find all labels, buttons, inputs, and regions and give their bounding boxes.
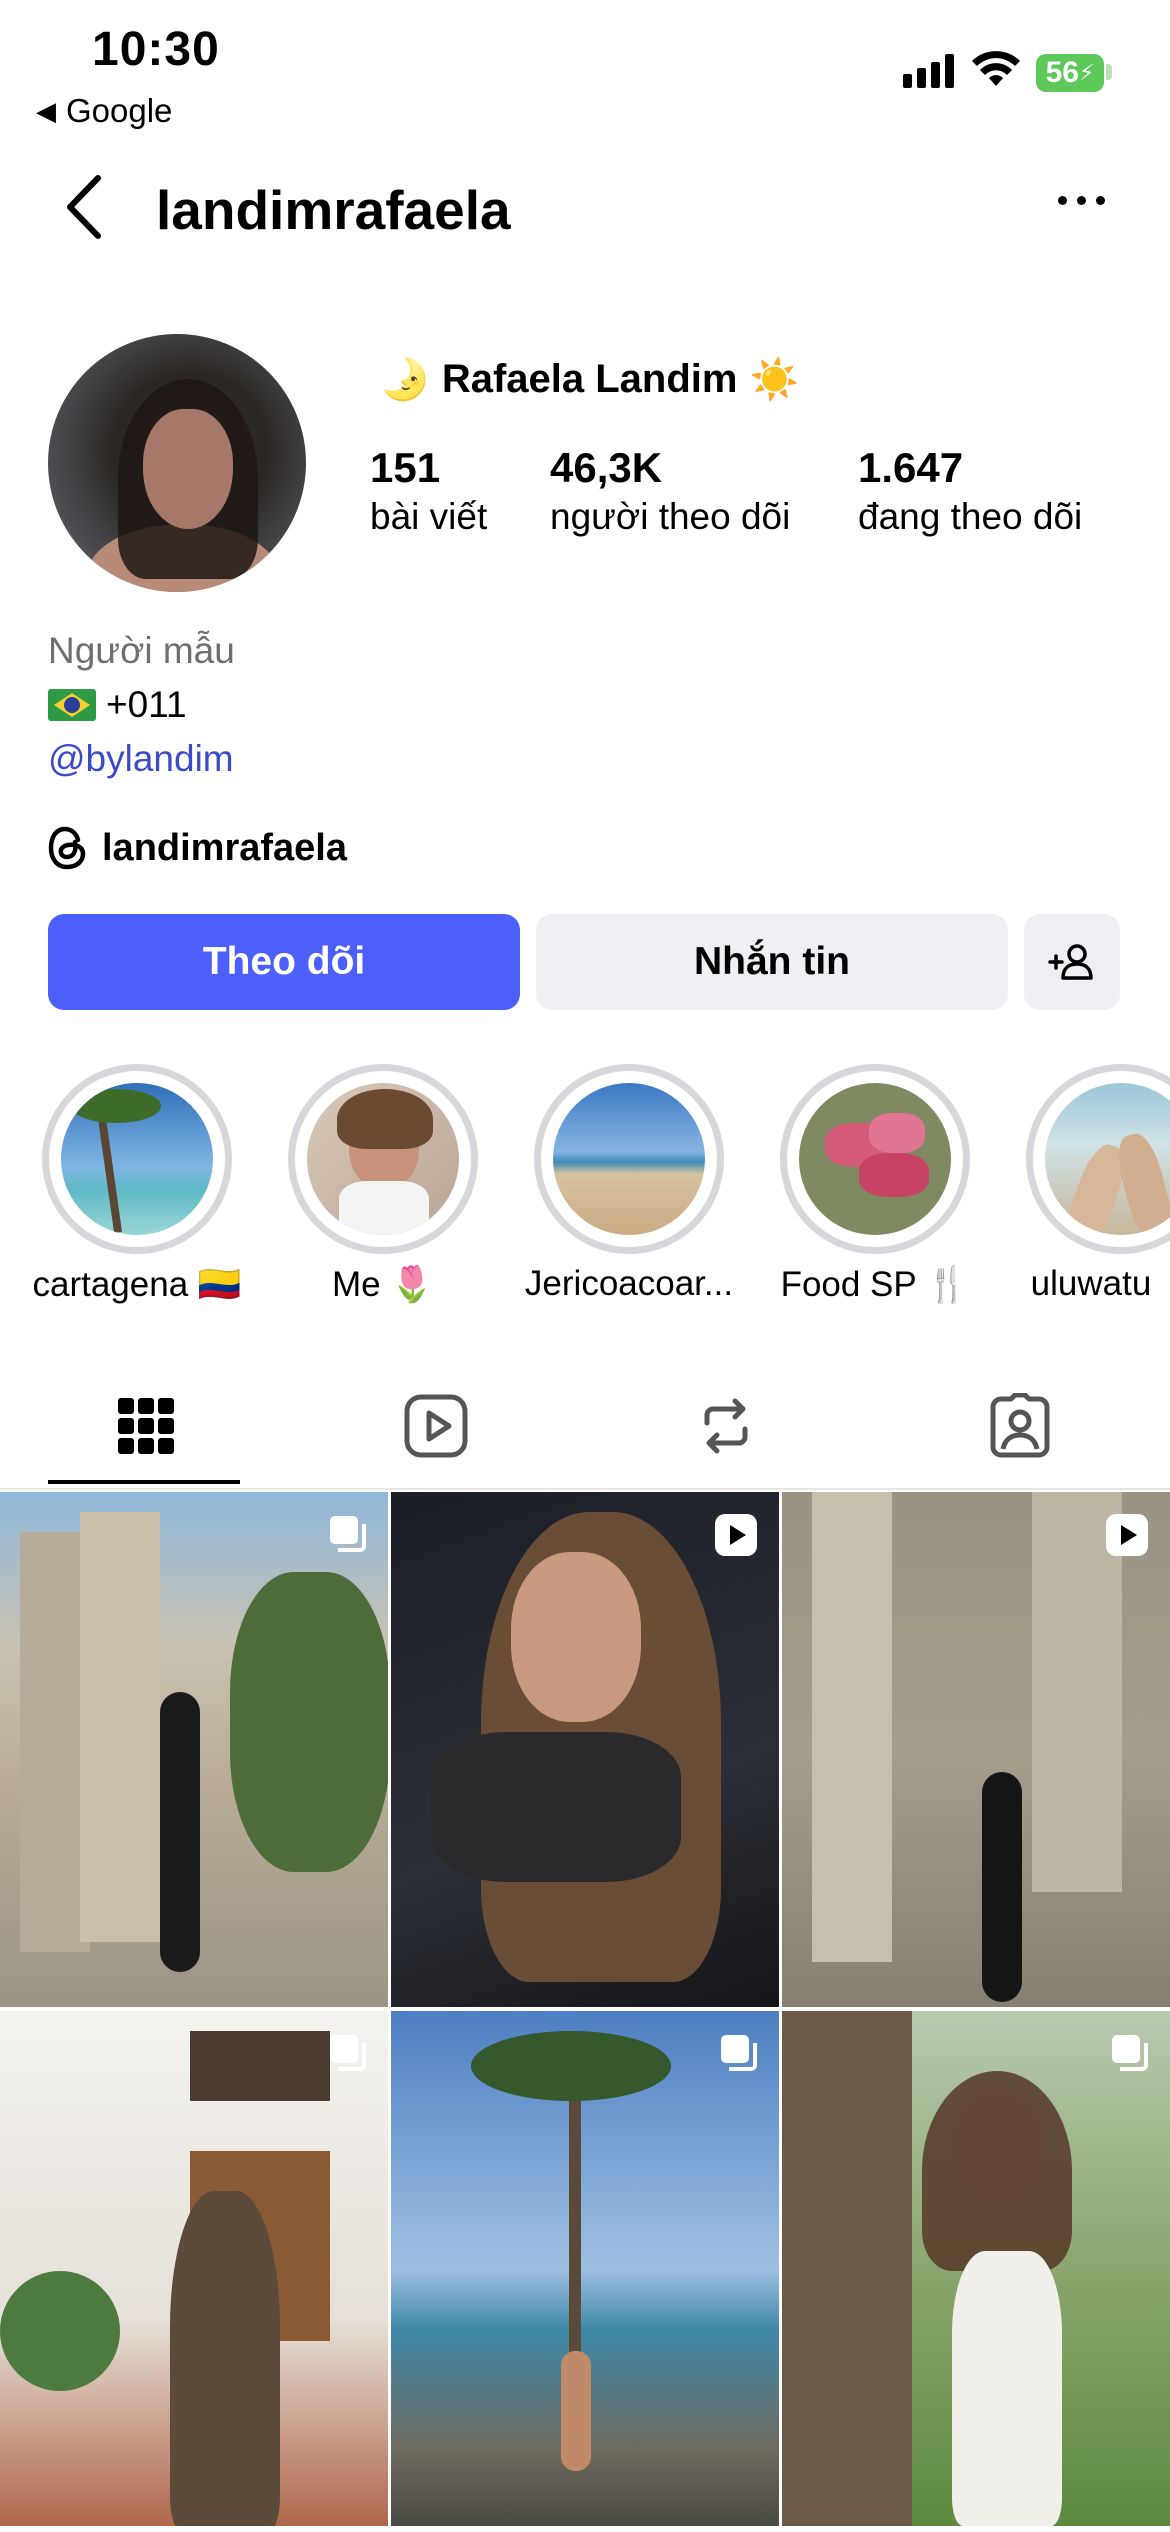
highlight-food-sp[interactable] <box>780 1064 970 1254</box>
highlight-uluwatu[interactable] <box>1026 1064 1170 1254</box>
back-to-app-link[interactable]: ◀ Google <box>36 92 172 130</box>
battery-icon: 56 ⚡ <box>1036 54 1104 92</box>
highlight-cartagena[interactable] <box>42 1064 232 1254</box>
reposts-icon <box>704 1398 748 1454</box>
reel-icon <box>1106 1514 1148 1556</box>
threads-icon <box>48 826 86 870</box>
tab-tagged[interactable] <box>980 1386 1060 1466</box>
tagged-icon <box>990 1393 1050 1458</box>
message-button[interactable]: Nhắn tin <box>536 914 1008 1010</box>
highlight-label: Food SP 🍴 <box>780 1265 970 1304</box>
stat-following[interactable]: 1.647 đang theo dõi <box>858 444 1082 538</box>
highlight-label: Me 🌷 <box>332 1265 434 1304</box>
tab-posts[interactable] <box>106 1386 186 1466</box>
more-options-icon[interactable] <box>1058 196 1105 205</box>
active-tab-indicator <box>48 1480 240 1484</box>
highlight-jericoacoara[interactable] <box>534 1064 724 1254</box>
tab-divider <box>0 1488 1170 1490</box>
bio-phone: +011 <box>106 684 187 725</box>
tab-reposts[interactable] <box>686 1386 766 1466</box>
back-triangle-icon: ◀ <box>36 95 56 126</box>
brazil-flag-icon <box>48 689 96 721</box>
battery-tip <box>1106 64 1112 80</box>
carousel-icon <box>1112 2035 1148 2071</box>
sun-icon: ☀️ <box>749 358 800 402</box>
stat-posts[interactable]: 151 bài viết <box>370 444 487 538</box>
back-arrow-icon[interactable] <box>62 174 106 240</box>
carousel-icon <box>330 1516 366 1552</box>
threads-handle: landimrafaela <box>102 826 347 869</box>
moon-icon: 🌛 <box>380 358 430 402</box>
threads-link[interactable]: landimrafaela <box>48 826 347 870</box>
post-thumbnail[interactable] <box>0 2011 388 2526</box>
reels-icon <box>404 1394 468 1458</box>
bio-mention-link[interactable]: @bylandim <box>48 738 234 780</box>
cellular-signal-icon <box>903 54 954 88</box>
add-person-icon <box>1048 944 1093 980</box>
grid-icon <box>118 1398 174 1454</box>
highlight-label: cartagena 🇨🇴 <box>32 1265 242 1304</box>
tab-reels[interactable] <box>396 1386 476 1466</box>
highlight-label: uluwatu <box>1030 1264 1152 1303</box>
reel-icon <box>715 1514 757 1556</box>
avatar[interactable] <box>48 334 306 592</box>
wifi-icon <box>972 51 1020 86</box>
display-name: Rafaela Landim <box>441 357 738 401</box>
carousel-icon <box>721 2035 757 2071</box>
post-thumbnail[interactable] <box>0 1492 388 2007</box>
highlight-label: Jericoacoar... <box>524 1264 734 1303</box>
bio-category: Người mẫu <box>48 630 235 671</box>
suggested-users-button[interactable] <box>1024 914 1120 1010</box>
post-thumbnail[interactable] <box>782 1492 1170 2007</box>
highlight-me[interactable] <box>288 1064 478 1254</box>
page-title: landimrafaela <box>156 179 511 241</box>
carousel-icon <box>330 2035 366 2071</box>
stat-followers[interactable]: 46,3K người theo dõi <box>550 444 790 538</box>
bio-phone-row: +011 <box>48 684 187 726</box>
post-thumbnail[interactable] <box>391 2011 779 2526</box>
display-name-row: 🌛 Rafaela Landim ☀️ <box>380 356 799 403</box>
post-thumbnail[interactable] <box>782 2011 1170 2526</box>
status-time: 10:30 <box>92 23 220 76</box>
post-thumbnail[interactable] <box>391 1492 779 2007</box>
follow-button[interactable]: Theo dõi <box>48 914 520 1010</box>
back-app-label: Google <box>66 92 173 129</box>
